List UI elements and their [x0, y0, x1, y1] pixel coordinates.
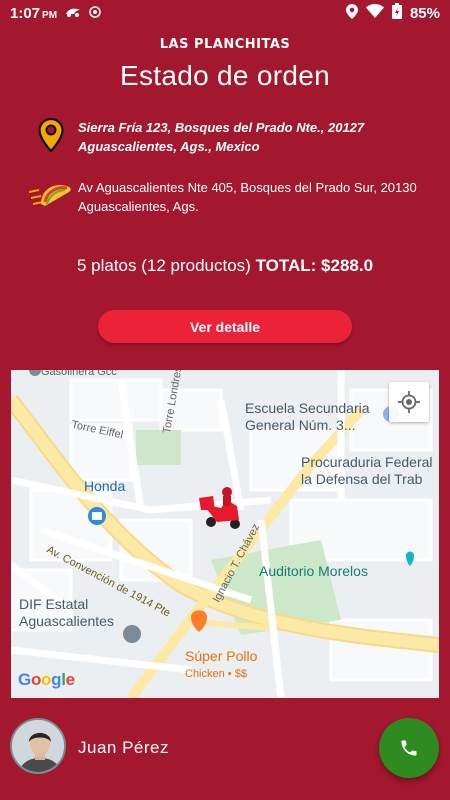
map-label-super-pollo: Súper Pollo	[185, 648, 258, 664]
view-detail-button[interactable]: Ver detalle	[98, 310, 352, 343]
battery-percent: 85%	[409, 4, 440, 22]
map-label-auditorio: Auditorio Morelos	[259, 563, 368, 579]
phone-icon	[401, 740, 417, 756]
order-summary: 5 platos (12 productos) TOTAL: $288.0	[0, 256, 450, 276]
crosshair-icon	[398, 391, 420, 413]
page-title: Estado de orden	[120, 60, 330, 91]
status-time: 1:07 PM	[10, 4, 58, 22]
avatar	[10, 718, 66, 774]
restaurant-address: Av Aguascalientes Nte 405, Bosques del P…	[24, 178, 424, 218]
google-logo: Google	[18, 670, 75, 689]
map-label-super-pollo-sub: Chicken • $$	[185, 668, 247, 680]
taco-icon	[24, 178, 78, 218]
driver-name: Juan Pérez	[78, 738, 169, 757]
location-icon	[345, 3, 358, 23]
record-icon	[89, 5, 101, 22]
delivery-address: Sierra Fría 123, Bosques del Prado Nte.,…	[24, 118, 424, 158]
delivery-rider-marker[interactable]	[197, 484, 247, 534]
map-view[interactable]: Gasolinera Gcc Escuela Secundaria Genera…	[11, 370, 439, 698]
map-label-procuraduria: Procuraduria Federal la Defensa del Trab	[301, 454, 433, 487]
map-label-dif: DIF Estatal Aguascalientes	[19, 596, 114, 629]
driver-card: Juan Pérez	[0, 700, 450, 800]
battery-icon	[391, 3, 402, 23]
map-label-school: Escuela Secundaria General Núm. 3...	[245, 400, 370, 433]
status-bar: 1:07 PM 85%	[0, 0, 450, 26]
order-total: TOTAL: $288.0	[255, 256, 374, 275]
motorcycle-notification-icon	[65, 5, 81, 22]
wifi-icon	[365, 4, 384, 22]
call-driver-button[interactable]	[379, 718, 439, 778]
order-items-count: 5 platos (12 productos)	[76, 256, 251, 275]
delivery-address-text: Sierra Fría 123, Bosques del Prado Nte.,…	[78, 120, 365, 154]
map-label-gasolinera: Gasolinera Gcc	[41, 370, 117, 378]
map-pin-icon	[24, 118, 78, 158]
map-label-honda: Honda	[84, 478, 126, 494]
brand-logo-text: LAS PLANCHITAS	[159, 37, 291, 52]
my-location-button[interactable]	[389, 382, 429, 422]
restaurant-address-text: Av Aguascalientes Nte 405, Bosques del P…	[78, 180, 417, 214]
